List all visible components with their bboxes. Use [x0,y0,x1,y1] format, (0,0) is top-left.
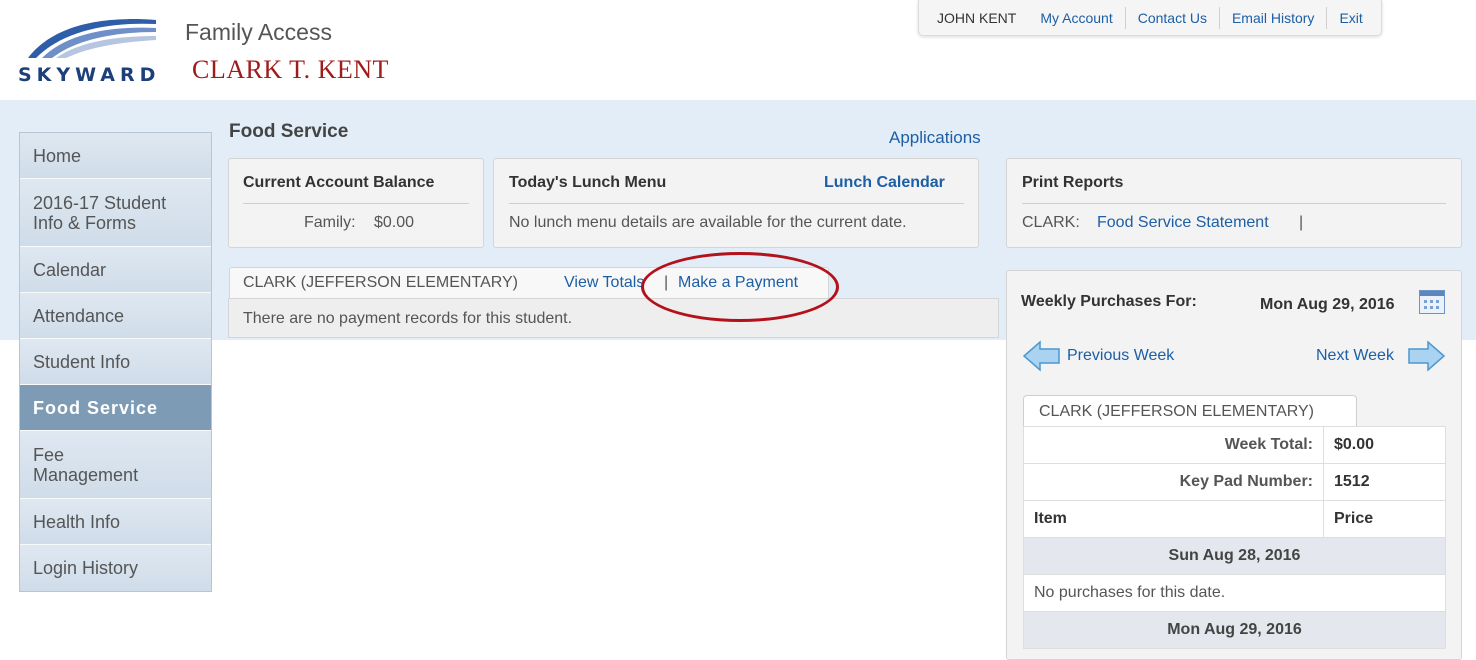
student-name: CLARK T. KENT [192,55,389,84]
previous-week-arrow-icon[interactable] [1022,339,1062,373]
logo-text: SKYWARD [18,64,161,86]
sidebar: Home 2016-17 Student Info & Forms Calend… [19,132,212,592]
table-header-row: Item Price [1023,500,1446,538]
sidebar-item-label: Home [33,145,82,166]
table-row: No purchases for this date. [1023,574,1446,612]
applications-link[interactable]: Applications [889,128,981,148]
sidebar-item-student-forms[interactable]: 2016-17 Student Info & Forms [20,179,211,247]
food-service-statement-link[interactable]: Food Service Statement [1097,214,1269,232]
no-purchases-message: No purchases for this date. [1023,574,1446,612]
table-row: Week Total: $0.00 [1023,426,1446,464]
product-name: Family Access [185,19,332,45]
previous-week-link[interactable]: Previous Week [1067,347,1174,365]
family-balance-value: $0.00 [374,214,415,231]
skyward-logo[interactable]: SKYWARD [18,14,166,90]
date-row: Mon Aug 29, 2016 [1023,611,1446,649]
table-row: Key Pad Number: 1512 [1023,463,1446,501]
keypad-number-value: 1512 [1323,463,1446,501]
lunch-menu-message: No lunch menu details are available for … [509,214,907,231]
page-title: Food Service [229,121,349,142]
divider [509,203,964,204]
sidebar-item-attendance[interactable]: Attendance [20,293,211,339]
sidebar-item-fee-management[interactable]: Fee Management [20,431,211,499]
lunch-menu-title: Today's Lunch Menu [509,174,667,191]
payment-records-message: There are no payment records for this st… [243,310,573,327]
table-row: Mon Aug 29, 2016 [1023,611,1446,649]
column-header-item: Item [1023,500,1324,538]
contact-us-link[interactable]: Contact Us [1124,6,1219,29]
view-totals-link[interactable]: View Totals [564,274,644,292]
print-reports-title: Print Reports [1022,174,1124,191]
sidebar-item-label: Food Service [33,397,159,418]
next-week-arrow-icon[interactable] [1406,339,1446,373]
sidebar-item-label: Health Info [33,511,121,532]
divider [1022,203,1446,204]
divider [243,203,469,204]
sidebar-item-calendar[interactable]: Calendar [20,247,211,293]
sidebar-item-label: Student Info [33,351,131,372]
top-navigation: JOHN KENT My Account Contact Us Email Hi… [918,0,1382,36]
family-balance-label: Family: [304,214,356,231]
week-total-label: Week Total: [1023,426,1324,464]
sidebar-item-label: Attendance [33,305,125,326]
balance-title: Current Account Balance [243,174,435,191]
report-separator: | [1299,214,1304,231]
sidebar-item-home[interactable]: Home [20,133,211,179]
sidebar-item-label: Fee Management [33,444,139,485]
sidebar-item-health-info[interactable]: Health Info [20,499,211,545]
account-user-name: JOHN KENT [937,9,1017,26]
week-total-value: $0.00 [1323,426,1446,464]
sidebar-item-label: Calendar [33,259,107,280]
highlight-ellipse [641,252,839,322]
header: SKYWARD Family Access CLARK T. KENT JOHN… [0,0,1476,100]
sidebar-item-label: 2016-17 Student Info & Forms [33,192,167,233]
weekly-purchases-label: Weekly Purchases For: [1021,293,1197,310]
keypad-number-label: Key Pad Number: [1023,463,1324,501]
report-student-label: CLARK: [1022,214,1080,231]
sidebar-item-food-service[interactable]: Food Service [20,385,211,431]
column-header-price: Price [1323,500,1446,538]
weekly-student-tab[interactable]: CLARK (JEFFERSON ELEMENTARY) [1023,395,1357,427]
date-row: Sun Aug 28, 2016 [1023,537,1446,575]
sidebar-item-label: Login History [33,558,139,578]
lunch-calendar-link[interactable]: Lunch Calendar [824,174,945,192]
weekly-purchases-date: Mon Aug 29, 2016 [1260,296,1395,313]
next-week-link[interactable]: Next Week [1316,347,1394,365]
weekly-purchases-table: Week Total: $0.00 Key Pad Number: 1512 I… [1023,426,1446,649]
my-account-link[interactable]: My Account [1028,7,1124,29]
skyward-swoosh-icon [28,19,156,58]
calendar-icon[interactable] [1419,290,1445,314]
sidebar-item-login-history[interactable]: Login History [20,545,211,591]
student-tab-label: CLARK (JEFFERSON ELEMENTARY) [243,274,519,291]
email-history-link[interactable]: Email History [1218,6,1326,29]
table-row: Sun Aug 28, 2016 [1023,537,1446,575]
sidebar-item-student-info[interactable]: Student Info [20,339,211,385]
exit-link[interactable]: Exit [1326,6,1374,29]
